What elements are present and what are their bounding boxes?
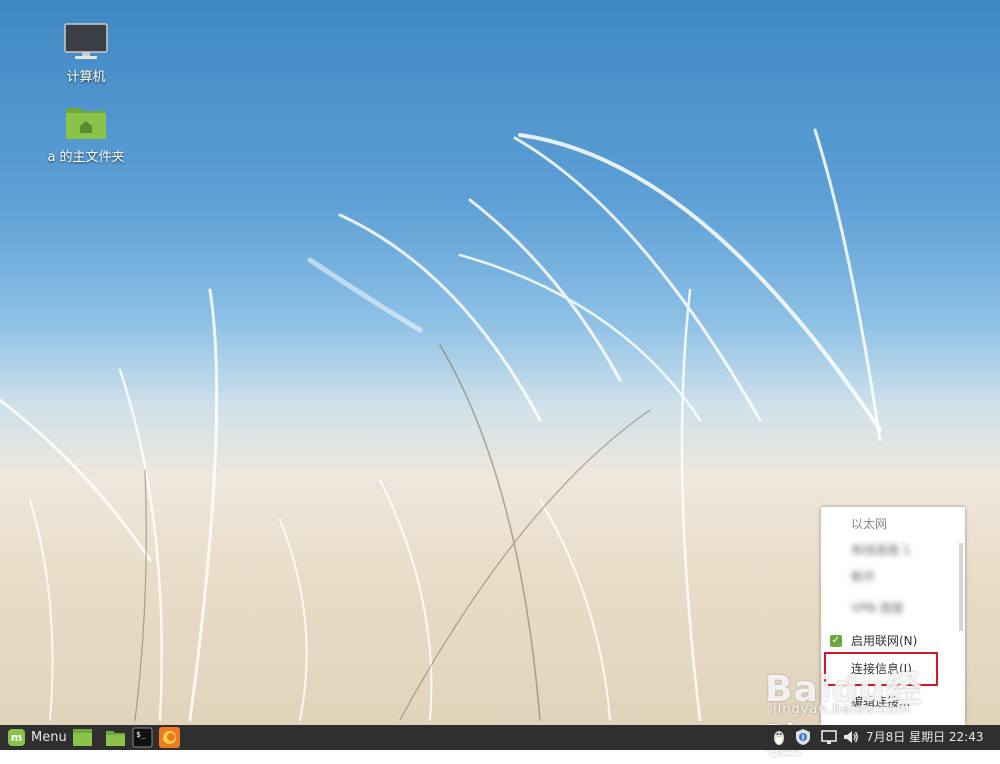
edit-connections-label: 编辑连接... — [851, 695, 911, 709]
network-menu-scrollbar[interactable] — [959, 543, 963, 631]
vpn-item[interactable]: VPN 连接 — [821, 597, 965, 619]
home-folder-icon — [66, 108, 106, 139]
show-desktop-icon[interactable] — [72, 727, 93, 748]
taskbar: m Menu $_ 7月8日 星期日 22:43 — [0, 725, 1000, 750]
disconnect-label: 断开 — [851, 570, 876, 584]
volume-icon[interactable] — [842, 728, 860, 746]
vpn-label: VPN 连接 — [851, 601, 904, 615]
home-folder-label: a 的主文件夹 — [47, 150, 125, 165]
network-icon[interactable] — [820, 728, 838, 746]
enable-networking-label: 启用联网(N) — [851, 634, 918, 648]
wired-connection-label: 有线连接 1 — [851, 543, 911, 557]
wired-connection-item[interactable]: 有线连接 1 — [821, 539, 965, 561]
edit-connections-item[interactable]: 编辑连接... — [821, 691, 965, 713]
linux-mint-logo-icon: m — [8, 729, 25, 746]
checkbox-checked-icon[interactable]: ✓ — [830, 635, 842, 647]
svg-text:$_: $_ — [136, 730, 146, 739]
monitor-icon — [64, 23, 108, 59]
clock[interactable]: 7月8日 星期日 22:43 — [866, 725, 983, 750]
terminal-icon[interactable]: $_ — [132, 727, 153, 748]
computer-icon-label: 计算机 — [66, 70, 106, 85]
linux-penguin-icon[interactable] — [770, 728, 788, 746]
menu-button[interactable]: m Menu — [4, 725, 70, 750]
network-menu: 以太网 有线连接 1 断开 VPN 连接 ✓ 启用联网(N) 连接信息(I) 编… — [821, 507, 965, 725]
system-tray: 7月8日 星期日 22:43 — [770, 725, 1000, 750]
home-folder-desktop-icon[interactable]: a 的主文件夹 — [31, 102, 141, 165]
computer-desktop-icon[interactable]: 计算机 — [31, 22, 141, 85]
disconnect-item[interactable]: 断开 — [821, 566, 965, 588]
shield-update-icon[interactable] — [794, 728, 812, 746]
firefox-icon[interactable] — [159, 727, 180, 748]
ethernet-section-title: 以太网 — [851, 517, 888, 531]
enable-networking-item[interactable]: ✓ 启用联网(N) — [821, 630, 965, 652]
file-manager-icon[interactable] — [105, 727, 126, 748]
annotation-highlight-box — [824, 652, 938, 686]
menu-label: Menu — [31, 730, 67, 745]
